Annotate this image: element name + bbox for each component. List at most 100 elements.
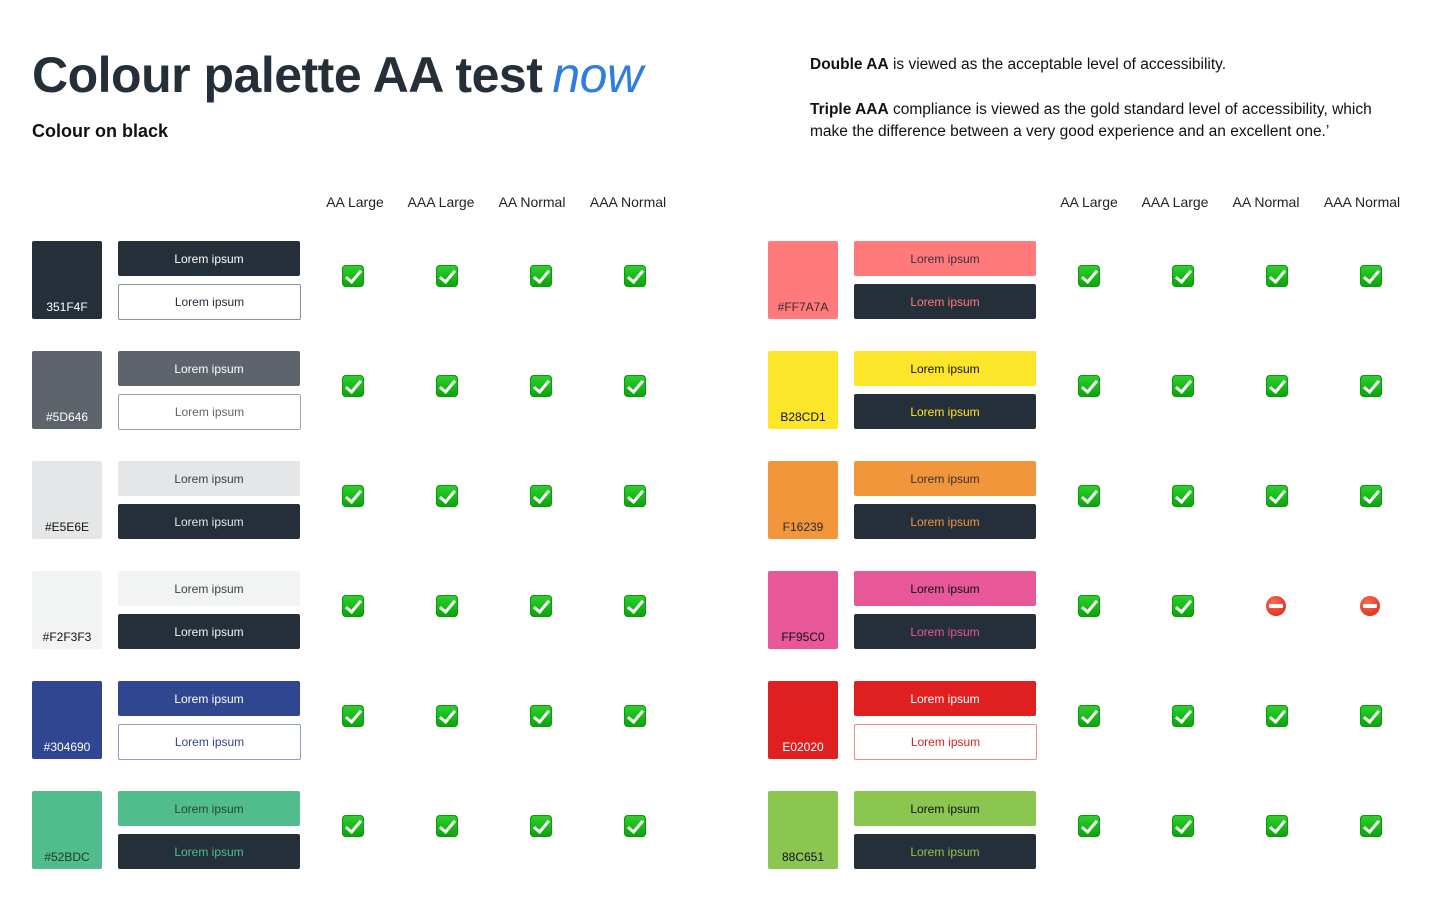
check-icon bbox=[436, 705, 458, 727]
sample-button-secondary[interactable]: Lorem ipsum bbox=[854, 504, 1036, 539]
check-icon bbox=[1172, 595, 1194, 617]
no-entry-icon bbox=[1360, 596, 1380, 616]
check-icon bbox=[1078, 265, 1100, 287]
sample-button-primary[interactable]: Lorem ipsum bbox=[854, 571, 1036, 606]
check-icon bbox=[624, 265, 646, 287]
sample-button-secondary[interactable]: Lorem ipsum bbox=[118, 614, 300, 649]
sample-button-secondary[interactable]: Lorem ipsum bbox=[854, 284, 1036, 319]
colour-swatch: #E5E6E bbox=[32, 461, 102, 539]
check-icon bbox=[1172, 265, 1194, 287]
check-icon bbox=[530, 705, 552, 727]
page-title: Colour palette AA test now bbox=[32, 46, 643, 104]
sample-button-primary[interactable]: Lorem ipsum bbox=[118, 461, 300, 496]
colour-swatch: #FF7A7A bbox=[768, 241, 838, 319]
sample-button-secondary[interactable]: Lorem ipsum bbox=[854, 834, 1036, 869]
sample-button-primary[interactable]: Lorem ipsum bbox=[854, 791, 1036, 826]
colour-swatch: #5D646 bbox=[32, 351, 102, 429]
info-aaa: Triple AAA compliance is viewed as the g… bbox=[810, 99, 1410, 143]
swatch-hex-label: 351F4F bbox=[46, 300, 88, 314]
sample-button-secondary[interactable]: Lorem ipsum bbox=[854, 724, 1037, 760]
sample-button-secondary[interactable]: Lorem ipsum bbox=[118, 394, 301, 430]
colour-swatch: B28CD1 bbox=[768, 351, 838, 429]
check-icon bbox=[1266, 815, 1288, 837]
check-icon bbox=[624, 375, 646, 397]
info-aa: Double AA is viewed as the acceptable le… bbox=[810, 54, 1410, 76]
check-icon bbox=[624, 485, 646, 507]
check-icon bbox=[1078, 815, 1100, 837]
info-aaa-bold: Triple AAA bbox=[810, 101, 889, 118]
check-icon bbox=[436, 815, 458, 837]
check-icon bbox=[1360, 265, 1382, 287]
column-header: AAA Normal bbox=[589, 194, 667, 210]
check-icon bbox=[342, 705, 364, 727]
colour-swatch: 351F4F bbox=[32, 241, 102, 319]
check-icon bbox=[1266, 485, 1288, 507]
check-icon bbox=[530, 485, 552, 507]
swatch-hex-label: B28CD1 bbox=[780, 410, 826, 424]
info-aa-bold: Double AA bbox=[810, 56, 889, 73]
swatch-hex-label: E02020 bbox=[782, 740, 824, 754]
check-icon bbox=[1360, 485, 1382, 507]
check-icon bbox=[624, 705, 646, 727]
check-icon bbox=[1360, 815, 1382, 837]
title-text: Colour palette AA test bbox=[32, 47, 543, 103]
check-icon bbox=[342, 265, 364, 287]
check-icon bbox=[1360, 375, 1382, 397]
sample-button-primary[interactable]: Lorem ipsum bbox=[854, 241, 1036, 276]
check-icon bbox=[624, 595, 646, 617]
check-icon bbox=[436, 375, 458, 397]
column-header: AA Large bbox=[1060, 194, 1118, 210]
subtitle: Colour on black bbox=[32, 121, 169, 141]
column-header: AAA Large bbox=[407, 194, 475, 210]
sample-button-primary[interactable]: Lorem ipsum bbox=[854, 681, 1036, 716]
sample-button-primary[interactable]: Lorem ipsum bbox=[854, 351, 1036, 386]
sample-button-primary[interactable]: Lorem ipsum bbox=[118, 571, 300, 606]
sample-button-primary[interactable]: Lorem ipsum bbox=[118, 681, 300, 716]
check-icon bbox=[624, 815, 646, 837]
column-header: AAA Large bbox=[1141, 194, 1209, 210]
column-header: AA Normal bbox=[1232, 194, 1300, 210]
colour-swatch: E02020 bbox=[768, 681, 838, 759]
swatch-hex-label: #F2F3F3 bbox=[42, 630, 92, 644]
sample-button-secondary[interactable]: Lorem ipsum bbox=[118, 504, 300, 539]
sample-button-primary[interactable]: Lorem ipsum bbox=[854, 461, 1036, 496]
swatch-hex-label: #304690 bbox=[43, 740, 91, 754]
info-text: Double AA is viewed as the acceptable le… bbox=[810, 54, 1410, 166]
check-icon bbox=[1078, 375, 1100, 397]
sample-button-primary[interactable]: Lorem ipsum bbox=[118, 241, 300, 276]
check-icon bbox=[530, 815, 552, 837]
swatch-hex-label: #5D646 bbox=[45, 410, 89, 424]
check-icon bbox=[1266, 265, 1288, 287]
colour-swatch: FF95C0 bbox=[768, 571, 838, 649]
title-accent: now bbox=[552, 47, 643, 103]
check-icon bbox=[1078, 485, 1100, 507]
sample-button-secondary[interactable]: Lorem ipsum bbox=[854, 614, 1036, 649]
column-header: AA Normal bbox=[498, 194, 566, 210]
sample-button-secondary[interactable]: Lorem ipsum bbox=[118, 834, 300, 869]
check-icon bbox=[1078, 595, 1100, 617]
check-icon bbox=[436, 485, 458, 507]
sample-button-primary[interactable]: Lorem ipsum bbox=[118, 351, 300, 386]
check-icon bbox=[342, 375, 364, 397]
column-header: AA Large bbox=[326, 194, 384, 210]
check-icon bbox=[530, 595, 552, 617]
colour-swatch: #52BDC bbox=[32, 791, 102, 869]
swatch-hex-label: FF95C0 bbox=[781, 630, 825, 644]
sample-button-primary[interactable]: Lorem ipsum bbox=[118, 791, 300, 826]
colour-swatch: F16239 bbox=[768, 461, 838, 539]
info-aaa-text: compliance is viewed as the gold standar… bbox=[810, 101, 1372, 140]
check-icon bbox=[530, 375, 552, 397]
sample-button-secondary[interactable]: Lorem ipsum bbox=[118, 284, 301, 320]
check-icon bbox=[1172, 375, 1194, 397]
swatch-hex-label: #E5E6E bbox=[44, 520, 90, 534]
check-icon bbox=[1172, 485, 1194, 507]
swatch-hex-label: F16239 bbox=[782, 520, 824, 534]
swatch-hex-label: #52BDC bbox=[44, 850, 90, 864]
sample-button-secondary[interactable]: Lorem ipsum bbox=[118, 724, 301, 760]
check-icon bbox=[530, 265, 552, 287]
check-icon bbox=[436, 595, 458, 617]
check-icon bbox=[1266, 375, 1288, 397]
check-icon bbox=[436, 265, 458, 287]
no-entry-icon bbox=[1266, 596, 1286, 616]
sample-button-secondary[interactable]: Lorem ipsum bbox=[854, 394, 1036, 429]
